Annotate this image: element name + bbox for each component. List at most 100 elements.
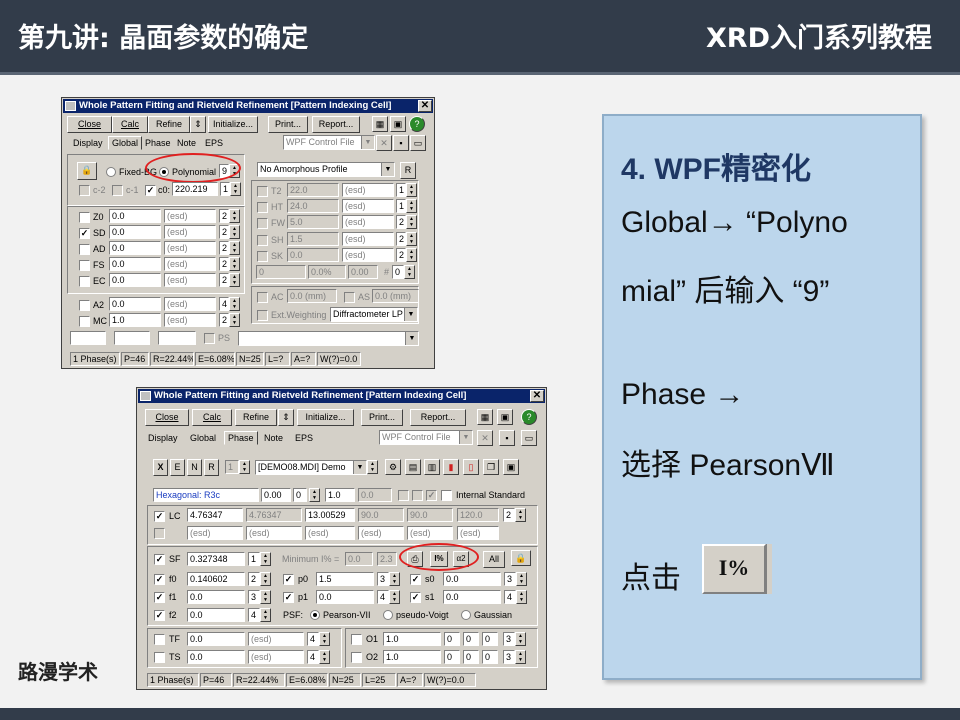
- o-k[interactable]: 0: [463, 650, 479, 664]
- o-checkbox[interactable]: [351, 634, 362, 645]
- table-icon[interactable]: ▤: [405, 459, 421, 475]
- misc-spinner[interactable]: ▲ ▼: [404, 265, 415, 279]
- lc-spinner[interactable]: ▲ ▼: [515, 508, 526, 522]
- lc-esd[interactable]: (esd): [187, 526, 243, 540]
- phase-file-spinner[interactable]: ▲ ▼: [367, 460, 378, 474]
- sf-spinner[interactable]: ▲ ▼: [260, 552, 271, 566]
- lc-input[interactable]: 13.00529: [305, 508, 355, 522]
- lc-checkbox[interactable]: ✓: [154, 511, 165, 522]
- refine-button[interactable]: Refine: [235, 409, 277, 426]
- grid-icon[interactable]: ▦: [477, 409, 493, 425]
- param-checkbox[interactable]: [257, 186, 268, 197]
- psf-radio[interactable]: [461, 610, 471, 620]
- phase-number-input[interactable]: 1: [225, 460, 239, 474]
- param-order-input[interactable]: 2: [219, 209, 229, 223]
- lc-esd[interactable]: (esd): [358, 526, 404, 540]
- ext-weighting-checkbox[interactable]: [257, 310, 268, 321]
- sg-spinner[interactable]: ▲ ▼: [309, 488, 320, 502]
- x-button[interactable]: X: [153, 459, 168, 476]
- x-icon[interactable]: ✕: [477, 430, 493, 446]
- lc-order-input[interactable]: 2: [503, 508, 515, 522]
- report-button[interactable]: Report...: [312, 116, 360, 133]
- param-order-input[interactable]: 2: [396, 231, 406, 246]
- grid-icon[interactable]: ▦: [372, 116, 388, 132]
- as-input[interactable]: 0.0 (mm): [372, 289, 419, 303]
- peak-spinner[interactable]: ▲ ▼: [260, 572, 271, 586]
- peak-spinner[interactable]: ▲ ▼: [260, 608, 271, 622]
- ps-select[interactable]: [238, 331, 419, 346]
- o-l[interactable]: 0: [482, 632, 498, 646]
- param-checkbox[interactable]: [79, 260, 90, 271]
- param-checkbox[interactable]: [257, 218, 268, 230]
- sg-check-3[interactable]: ✓: [426, 490, 437, 501]
- param-order-input[interactable]: 1: [396, 199, 406, 214]
- molecule-icon[interactable]: ⚙: [385, 459, 401, 475]
- p-checkbox[interactable]: ✓: [283, 574, 294, 585]
- sg-input-3[interactable]: 1.0: [325, 488, 355, 502]
- calc-button[interactable]: Calc: [112, 116, 148, 133]
- initialize-button[interactable]: Initialize...: [208, 116, 258, 133]
- updown-icon[interactable]: ⇕: [190, 116, 206, 133]
- lock-icon[interactable]: 🔒: [511, 550, 531, 566]
- help-icon[interactable]: ?: [409, 116, 425, 132]
- o-l[interactable]: 0: [482, 650, 498, 664]
- sg-input-1[interactable]: 0.00: [261, 488, 291, 502]
- param-esd[interactable]: (esd): [164, 257, 216, 271]
- misc-input-1[interactable]: 0: [256, 265, 306, 279]
- s-spinner[interactable]: ▲ ▼: [516, 572, 527, 586]
- param-input[interactable]: 22.0: [287, 183, 339, 197]
- param-spinner[interactable]: ▲ ▼: [229, 273, 240, 287]
- space-group-input[interactable]: Hexagonal: R3c: [153, 488, 259, 502]
- tab-eps[interactable]: EPS: [292, 432, 316, 446]
- n-button[interactable]: N: [187, 459, 202, 476]
- bottom-spinner[interactable]: ▲ ▼: [319, 632, 330, 646]
- lc-esd[interactable]: (esd): [457, 526, 499, 540]
- refine-button[interactable]: Refine: [148, 116, 190, 133]
- psf-radio[interactable]: [310, 610, 320, 620]
- param-spinner[interactable]: ▲ ▼: [229, 225, 240, 239]
- tab-global[interactable]: Global: [108, 136, 143, 150]
- param-order-input[interactable]: 1: [396, 183, 406, 197]
- param-order-input[interactable]: 2: [219, 241, 229, 255]
- calc-button[interactable]: Calc: [192, 409, 232, 426]
- x-icon[interactable]: ✕: [376, 135, 392, 151]
- bottom-esd[interactable]: (esd): [248, 650, 304, 664]
- param-esd[interactable]: (esd): [342, 199, 394, 214]
- monitor-icon[interactable]: ▣: [503, 459, 519, 475]
- param-checkbox[interactable]: [79, 212, 90, 223]
- misc-input-3[interactable]: 0.00: [348, 265, 378, 279]
- bottom-input-3[interactable]: [158, 331, 196, 345]
- param-order-input[interactable]: 2: [219, 257, 229, 271]
- param-spinner[interactable]: ▲ ▼: [229, 241, 240, 255]
- param-input[interactable]: 0.0: [109, 257, 161, 271]
- s-order-input[interactable]: 4: [504, 590, 516, 604]
- param-input[interactable]: 5.0: [287, 215, 339, 230]
- param-spinner[interactable]: ▲ ▼: [229, 297, 240, 311]
- peak-input[interactable]: 0.140602: [187, 572, 245, 586]
- fixed-bg-radio[interactable]: [106, 167, 116, 177]
- param-spinner[interactable]: ▲ ▼: [229, 257, 240, 271]
- param-checkbox[interactable]: [257, 234, 268, 246]
- bar-chart-icon[interactable]: ▮: [443, 459, 459, 475]
- param-input[interactable]: 0.0: [109, 225, 161, 239]
- p-spinner[interactable]: ▲ ▼: [389, 572, 400, 586]
- param-input[interactable]: 0.0: [109, 241, 161, 255]
- s-input[interactable]: 0.0: [443, 572, 501, 586]
- phase-file-select[interactable]: [DEMO08.MDI] Demo: [255, 460, 367, 475]
- param-order-input[interactable]: 2: [219, 225, 229, 239]
- o-h[interactable]: 0: [444, 632, 460, 646]
- peak-input[interactable]: 0.0: [187, 590, 245, 604]
- param-spinner[interactable]: ▲ ▼: [406, 215, 417, 230]
- param-order-input[interactable]: 2: [219, 273, 229, 287]
- param-checkbox[interactable]: [79, 300, 90, 311]
- close-button[interactable]: Close: [67, 116, 112, 133]
- param-spinner[interactable]: ▲ ▼: [406, 199, 417, 214]
- o-spinner[interactable]: ▲ ▼: [515, 650, 526, 664]
- r-button[interactable]: R: [400, 162, 416, 179]
- o-input[interactable]: 1.0: [383, 632, 441, 646]
- param-esd[interactable]: (esd): [342, 183, 394, 197]
- param-esd[interactable]: (esd): [342, 215, 394, 230]
- lock-icon[interactable]: 🔒: [77, 162, 97, 180]
- tab-global[interactable]: Global: [187, 432, 219, 446]
- diffractometer-select[interactable]: Diffractometer LP: [330, 307, 418, 322]
